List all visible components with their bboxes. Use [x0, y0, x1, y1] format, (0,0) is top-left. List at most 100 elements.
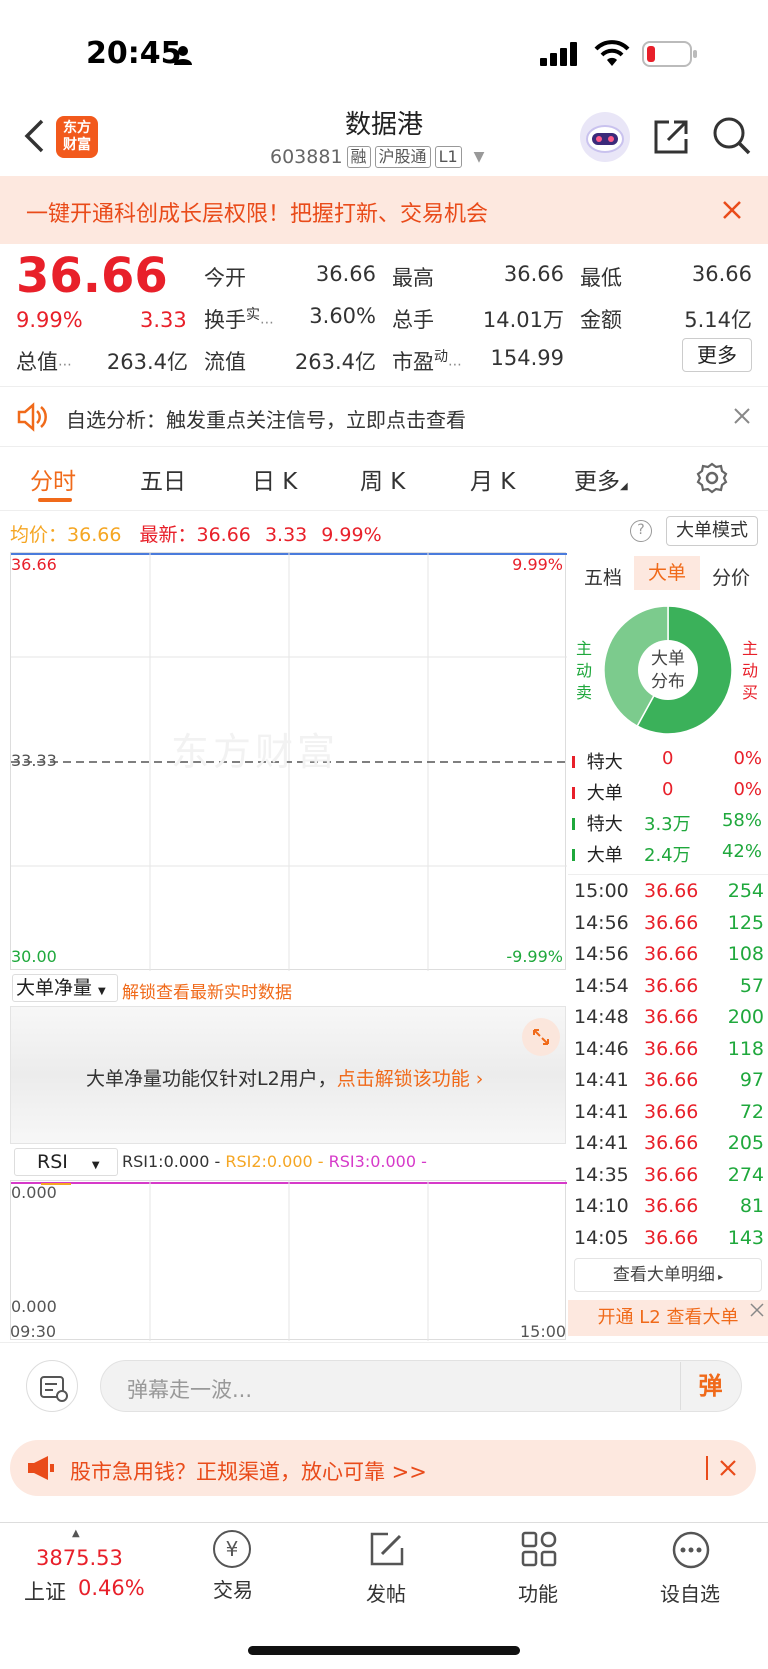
trade-volume: 254	[727, 880, 764, 902]
divider	[0, 386, 768, 387]
trade-price: 36.66	[644, 911, 699, 934]
tab-active-indicator	[38, 498, 72, 502]
tab-intraday[interactable]: 分时	[30, 462, 76, 496]
big-order-mode-button[interactable]: 大单模式	[666, 516, 758, 546]
trade-volume: 57	[739, 974, 764, 997]
divider	[0, 446, 768, 447]
notice-text[interactable]: 自选分析：触发重点关注信号，立即点击查看	[66, 404, 466, 433]
trade-time: 14:41	[574, 1132, 629, 1154]
index-pct[interactable]: 0.46%	[78, 1576, 145, 1600]
dist-row: 大单 0 0%	[572, 779, 762, 805]
net-volume-selector[interactable]: 大单净量 ▼	[12, 974, 118, 1002]
index-name[interactable]: 上证	[24, 1576, 66, 1606]
nav-functions[interactable]: 功能	[488, 1530, 588, 1607]
stock-code: 603881	[270, 146, 343, 168]
close-icon[interactable]	[720, 1460, 736, 1480]
mktcap-label: 总值⋯	[16, 350, 72, 374]
chart-prev-close: 33.33	[11, 751, 57, 770]
danmu-input[interactable]: 弹幕走一波...	[100, 1360, 742, 1412]
chart-min-price: 30.00	[11, 947, 57, 966]
unlock-link: 点击解锁该功能	[336, 1068, 470, 1090]
share-icon[interactable]	[652, 118, 690, 160]
signal-icon	[540, 42, 580, 70]
info-icon: ⋯	[58, 357, 72, 373]
trade-row: 14:56 36.66 125	[574, 912, 764, 944]
change-amount: 3.33	[140, 308, 187, 332]
close-icon[interactable]	[734, 408, 750, 428]
tab-daily-k[interactable]: 日 K	[252, 462, 297, 496]
search-icon[interactable]	[712, 116, 752, 160]
trade-volume: 205	[727, 1132, 764, 1154]
rsi-selector[interactable]: RSI ▼	[14, 1148, 118, 1176]
unlock-hint[interactable]: 解锁查看最新实时数据	[122, 978, 292, 1003]
corner-triangle-icon: ◢	[620, 481, 628, 492]
tab-weekly-k[interactable]: 周 K	[360, 462, 405, 496]
trade-time: 14:56	[574, 911, 629, 934]
trade-row: 14:05 36.66 143	[574, 1227, 764, 1259]
nav-add-watchlist[interactable]: 设自选	[640, 1530, 740, 1607]
trade-row: 14:54 36.66 57	[574, 975, 764, 1007]
open-l2-button[interactable]: 开通 L2 查看大单	[568, 1300, 768, 1336]
robot-avatar-icon[interactable]	[578, 110, 632, 168]
danmu-settings-icon[interactable]	[26, 1360, 78, 1412]
nav-post[interactable]: 发帖	[336, 1530, 436, 1607]
amount-label: 金额	[580, 308, 622, 332]
trade-price: 36.66	[644, 1226, 699, 1249]
trade-volume: 81	[739, 1195, 764, 1217]
ad-text[interactable]: 股市急用钱？正规渠道，放心可靠 >>	[70, 1456, 427, 1486]
info-icon: ⋯	[260, 315, 274, 331]
trade-volume: 108	[727, 943, 764, 965]
float-label: 流值	[204, 350, 246, 374]
info-icon: ⋯	[448, 357, 462, 373]
trade-time: 14:35	[574, 1163, 629, 1186]
trade-volume: 143	[727, 1226, 764, 1249]
close-icon[interactable]	[722, 200, 742, 224]
tab-five-day[interactable]: 五日	[140, 462, 186, 496]
nav-trade[interactable]: ¥ 交易	[183, 1530, 283, 1603]
rsi-bottom-value: 0.000	[11, 1297, 57, 1316]
trade-volume: 274	[727, 1163, 764, 1186]
volume-value: 14.01万	[482, 308, 564, 332]
battery-icon	[642, 40, 698, 72]
close-icon[interactable]	[750, 1302, 764, 1321]
side-tab-five-levels[interactable]: 五档	[584, 563, 622, 590]
dist-row: 特大 3.3万 58%	[572, 810, 762, 836]
trade-time: 14:54	[574, 974, 629, 997]
trade-time: 14:48	[574, 1006, 629, 1028]
trade-volume: 118	[727, 1037, 764, 1060]
trade-row: 14:35 36.66 274	[574, 1164, 764, 1196]
wifi-icon	[594, 40, 630, 72]
more-button[interactable]: 更多	[682, 338, 752, 372]
trade-row: 14:10 36.66 81	[574, 1195, 764, 1227]
chevron-down-icon: ▼	[473, 149, 485, 165]
trade-volume: 97	[739, 1069, 764, 1091]
tab-more[interactable]: 更多◢	[574, 462, 628, 496]
low-value: 36.66	[691, 262, 752, 286]
promo-banner-text: 一键开通科创成长层权限！把握打新、交易机会	[26, 202, 489, 227]
yen-icon: ¥	[213, 1530, 251, 1568]
tab-monthly-k[interactable]: 月 K	[470, 462, 515, 496]
trade-price: 36.66	[644, 1163, 699, 1186]
danmu-send-button[interactable]: 弹	[680, 1362, 740, 1410]
latest-pct: 9.99%	[321, 524, 382, 546]
trade-volume: 200	[727, 1006, 764, 1028]
trade-row: 14:41 36.66 72	[574, 1101, 764, 1133]
gear-icon[interactable]	[696, 462, 728, 498]
side-tab-price-dist[interactable]: 分价	[712, 563, 750, 590]
time-end: 15:00	[520, 1322, 567, 1341]
intraday-chart[interactable]: 东方财富 36.66 9.99% 33.33 30.00 -9.99%	[10, 552, 567, 971]
help-icon[interactable]: ?	[630, 520, 652, 542]
index-value[interactable]: 3875.53	[36, 1546, 123, 1570]
low-label: 最低	[580, 266, 622, 290]
latest-price: 36.66	[196, 524, 251, 546]
view-big-order-detail-button[interactable]: 查看大单明细 ▸	[574, 1258, 762, 1292]
side-tab-big-orders[interactable]: 大单	[634, 556, 700, 590]
stock-code-line[interactable]: 603881 融 沪股通 L1 ▼	[270, 146, 484, 168]
realtime-mark: 实	[246, 307, 260, 323]
current-price: 36.66	[16, 248, 168, 304]
trade-time: 15:00	[574, 880, 629, 902]
chart-max-price: 36.66	[11, 555, 57, 574]
net-volume-message[interactable]: 大单净量功能仅针对L2用户，点击解锁该功能 ›	[86, 1064, 483, 1091]
rsi-chart[interactable]: 0.000 0.000	[10, 1180, 567, 1341]
expand-icon[interactable]	[522, 1018, 560, 1056]
